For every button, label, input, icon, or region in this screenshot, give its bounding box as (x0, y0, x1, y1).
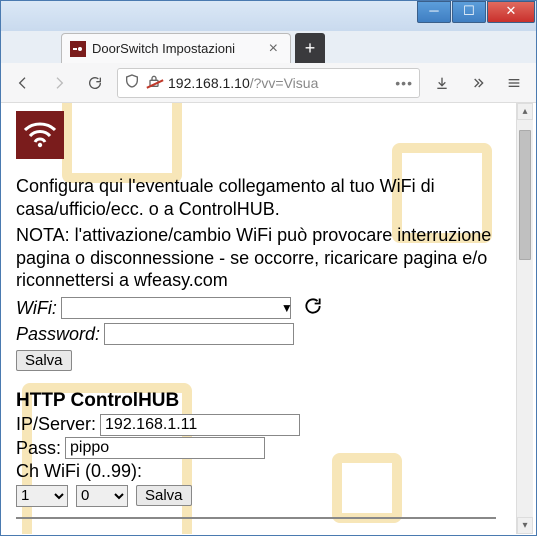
browser-window: ─ ☐ ✕ DoorSwitch Impostazioni × + (0, 0, 537, 536)
url-text: 192.168.1.10/?vv=Visua (168, 75, 389, 91)
wifi-password-input[interactable] (104, 323, 294, 345)
window-control-buttons: ─ ☐ ✕ (417, 1, 536, 23)
ch-select-1[interactable]: 1 (16, 485, 68, 507)
wifi-label: WiFi: (16, 297, 57, 320)
address-bar[interactable]: 192.168.1.10/?vv=Visua ••• (117, 68, 420, 98)
forward-button[interactable] (45, 69, 73, 97)
pass-label: Pass: (16, 437, 61, 460)
scrollbar-track[interactable] (517, 120, 533, 517)
ip-input[interactable] (100, 414, 300, 436)
new-tab-button[interactable]: + (295, 33, 325, 63)
ch-wifi-label: Ch WiFi (0..99): (16, 460, 142, 483)
close-window-button[interactable]: ✕ (487, 1, 535, 23)
wifi-refresh-icon[interactable] (303, 296, 323, 322)
pass-input[interactable] (65, 437, 265, 459)
overflow-button[interactable] (464, 69, 492, 97)
wifi-password-label: Password: (16, 323, 100, 346)
window-titlebar: ─ ☐ ✕ (1, 1, 536, 31)
url-host: 192.168.1.10 (168, 75, 250, 91)
page-actions-icon[interactable]: ••• (395, 75, 413, 91)
wifi-input[interactable] (61, 297, 291, 319)
vertical-scrollbar[interactable]: ▴ ▾ (516, 103, 533, 534)
insecure-lock-icon (146, 73, 162, 92)
url-path: /?vv=Visua (250, 75, 319, 91)
scroll-down-arrow[interactable]: ▾ (517, 517, 533, 534)
maximize-button[interactable]: ☐ (452, 1, 486, 23)
section-divider (16, 517, 496, 519)
reload-button[interactable] (81, 69, 109, 97)
ip-label: IP/Server: (16, 413, 96, 436)
ch-select-2[interactable]: 0 (76, 485, 128, 507)
back-button[interactable] (9, 69, 37, 97)
controlhub-save-button[interactable]: Salva (136, 485, 192, 506)
scroll-up-arrow[interactable]: ▴ (517, 103, 533, 120)
tab-bar: DoorSwitch Impostazioni × + (1, 31, 536, 63)
note-text: NOTA: l'attivazione/cambio WiFi può prov… (16, 224, 496, 292)
tab-favicon (70, 41, 86, 57)
intro-text: Configura qui l'eventuale collegamento a… (16, 175, 496, 220)
page-content: Configura qui l'eventuale collegamento a… (2, 103, 516, 534)
browser-tab[interactable]: DoorSwitch Impostazioni × (61, 33, 291, 63)
download-button[interactable] (428, 69, 456, 97)
controlhub-heading: HTTP ControlHUB (16, 389, 496, 413)
minimize-button[interactable]: ─ (417, 1, 451, 23)
browser-toolbar: 192.168.1.10/?vv=Visua ••• (1, 63, 536, 103)
scrollbar-thumb[interactable] (519, 130, 531, 260)
wifi-logo (16, 111, 64, 159)
tab-close-button[interactable]: × (265, 40, 282, 58)
menu-button[interactable] (500, 69, 528, 97)
page-viewport: Configura qui l'eventuale collegamento a… (2, 103, 535, 534)
wifi-save-button[interactable]: Salva (16, 350, 72, 371)
tab-title: DoorSwitch Impostazioni (92, 41, 259, 56)
shield-icon (124, 73, 140, 92)
